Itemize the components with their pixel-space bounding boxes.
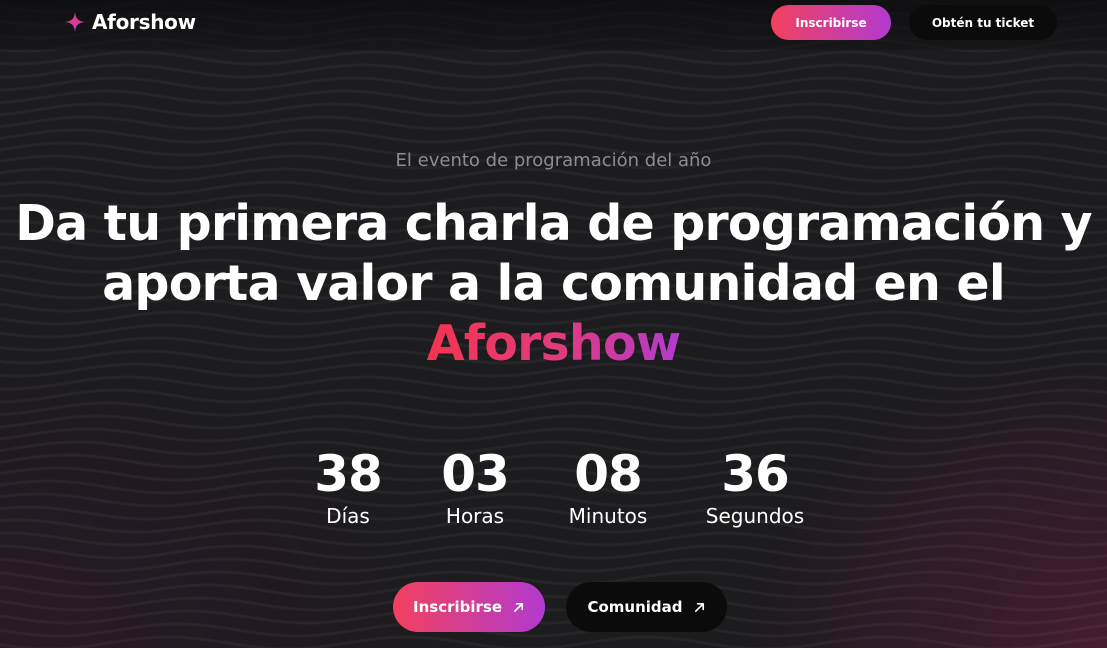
countdown-seconds-value: 36 bbox=[721, 445, 790, 503]
hero-headline: Da tu primera charla de programación y a… bbox=[0, 194, 1107, 374]
countdown-minutes-value: 08 bbox=[574, 445, 643, 503]
wave-line bbox=[0, 102, 1107, 118]
countdown-hours: 03 Horas bbox=[425, 446, 525, 528]
top-navbar: Aforshow Inscribirse Obtén tu ticket bbox=[0, 0, 1107, 50]
countdown-seconds-label: Segundos bbox=[705, 504, 805, 528]
headline-line-2: aporta valor a la comunidad en el bbox=[102, 255, 1005, 312]
sparkle-icon bbox=[64, 11, 86, 33]
wave-line bbox=[0, 596, 1107, 612]
wave-line bbox=[0, 427, 1107, 443]
wave-line bbox=[0, 609, 1107, 625]
wave-line bbox=[0, 622, 1107, 638]
arrow-up-right-icon bbox=[694, 602, 704, 612]
hero-section: El evento de programación del año Da tu … bbox=[0, 150, 1107, 374]
countdown-timer: 38 Días 03 Horas 08 Minutos 36 Segundos bbox=[0, 446, 1107, 536]
wave-line bbox=[0, 401, 1107, 417]
wave-line bbox=[0, 375, 1107, 391]
nav-signup-button[interactable]: Inscribirse bbox=[771, 5, 891, 40]
countdown-days-label: Días bbox=[326, 504, 370, 528]
community-button[interactable]: Comunidad bbox=[566, 582, 727, 632]
wave-line bbox=[0, 544, 1107, 560]
wave-line bbox=[0, 63, 1107, 79]
countdown-days: 38 Días bbox=[298, 446, 398, 528]
headline-brand-word: Aforshow bbox=[426, 315, 681, 372]
wave-line bbox=[0, 388, 1107, 404]
wave-line bbox=[0, 635, 1107, 648]
countdown-minutes: 08 Minutos bbox=[553, 446, 663, 528]
wave-line bbox=[0, 414, 1107, 430]
countdown-hours-label: Horas bbox=[445, 504, 505, 528]
countdown-hours-value: 03 bbox=[441, 445, 510, 503]
wave-line bbox=[0, 583, 1107, 599]
headline-line-1: Da tu primera charla de programación y bbox=[15, 195, 1092, 252]
arrow-up-right-icon bbox=[513, 602, 524, 612]
wave-line bbox=[0, 557, 1107, 573]
countdown-seconds: 36 Segundos bbox=[695, 446, 815, 528]
nav-get-ticket-button[interactable]: Obtén tu ticket bbox=[909, 5, 1057, 40]
countdown-days-value: 38 bbox=[314, 445, 383, 503]
hero-signup-button[interactable]: Inscribirse bbox=[393, 582, 545, 632]
hero-eyebrow: El evento de programación del año bbox=[395, 150, 712, 171]
wave-line bbox=[0, 570, 1107, 586]
wave-line bbox=[0, 115, 1107, 131]
hero-signup-label: Inscribirse bbox=[413, 598, 502, 616]
wave-line bbox=[0, 76, 1107, 92]
wave-line bbox=[0, 128, 1107, 144]
countdown-minutes-label: Minutos bbox=[568, 504, 648, 528]
landing-page: Aforshow Inscribirse Obtén tu ticket El … bbox=[0, 0, 1107, 648]
brand-name: Aforshow bbox=[92, 10, 196, 34]
wave-line bbox=[0, 89, 1107, 105]
wave-line bbox=[0, 50, 1107, 66]
community-label: Comunidad bbox=[587, 598, 683, 616]
brand-logo[interactable]: Aforshow bbox=[64, 9, 196, 35]
